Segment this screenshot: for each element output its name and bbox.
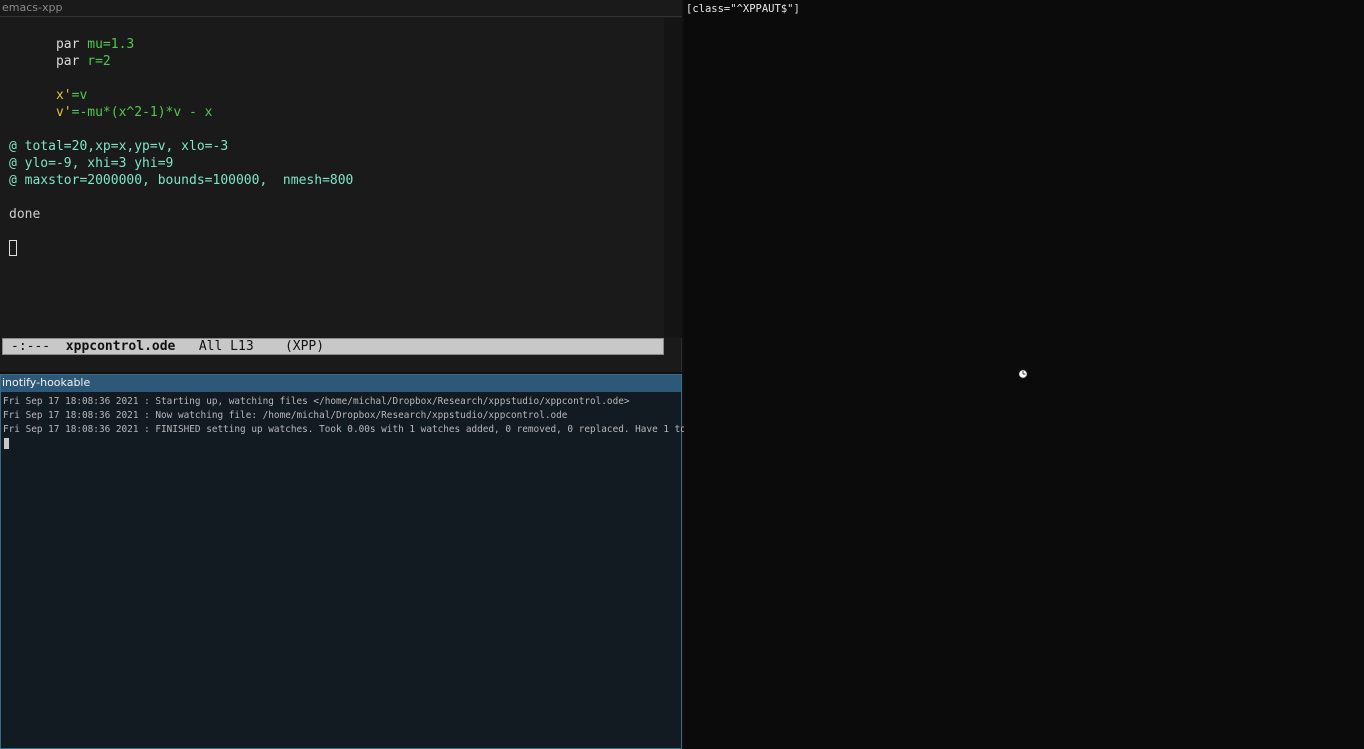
code-line: par mu=1.3 <box>9 19 134 52</box>
xppaut-window[interactable]: [class="^XPPAUT$"] <box>684 0 1364 749</box>
code-line: x'=v <box>9 70 87 103</box>
option-line: @ maxstor=2000000, bounds=100000, nmesh=… <box>9 173 354 188</box>
option-line: @ ylo=-9, xhi=3 yhi=9 <box>9 156 174 171</box>
variable: v' <box>55 105 72 120</box>
emacs-title: emacs-xpp <box>2 1 63 14</box>
text-cursor <box>9 240 17 256</box>
emacs-titlebar[interactable]: emacs-xpp <box>0 0 682 17</box>
emacs-modeline[interactable]: -:--- xppcontrol.ode All L13 (XPP) <box>2 338 664 355</box>
xpp-window-title: [class="^XPPAUT$"] <box>686 3 800 15</box>
log-line: Fri Sep 17 18:08:36 2021 : Now watching … <box>3 410 568 421</box>
param-value: r=2 <box>87 54 111 69</box>
code-line: v'=-mu*(x^2-1)*v - x <box>9 87 213 120</box>
emacs-window[interactable]: emacs-xpp par mu=1.3 par r=2 x'=v v'=-mu… <box>0 0 682 372</box>
terminal-window[interactable]: inotify-hookable Fri Sep 17 18:08:36 202… <box>0 374 748 749</box>
terminal-cursor <box>4 438 9 449</box>
modeline-position: All L13 <box>175 339 285 354</box>
emacs-scrollbar[interactable] <box>664 18 682 338</box>
modeline-mode: (XPP) <box>284 339 325 354</box>
busy-cursor-icon <box>1018 369 1028 379</box>
option-line: @ total=20,xp=x,yp=v, xlo=-3 <box>9 139 229 154</box>
equation: =-mu*(x^2-1)*v - x <box>71 105 213 120</box>
keyword: par <box>55 54 88 69</box>
done-line: done <box>9 207 41 222</box>
modeline-buffer-name: xppcontrol.ode <box>65 339 176 354</box>
terminal-title: inotify-hookable <box>2 376 91 389</box>
emacs-buffer[interactable]: par mu=1.3 par r=2 x'=v v'=-mu*(x^2-1)*v… <box>0 18 664 338</box>
modeline-status: -:--- <box>11 339 66 354</box>
log-line: Fri Sep 17 18:08:36 2021 : FINISHED sett… <box>3 424 749 435</box>
terminal-titlebar[interactable]: inotify-hookable <box>1 375 681 392</box>
log-line: Fri Sep 17 18:08:36 2021 : Starting up, … <box>3 396 630 407</box>
code-line: par r=2 <box>9 36 111 69</box>
